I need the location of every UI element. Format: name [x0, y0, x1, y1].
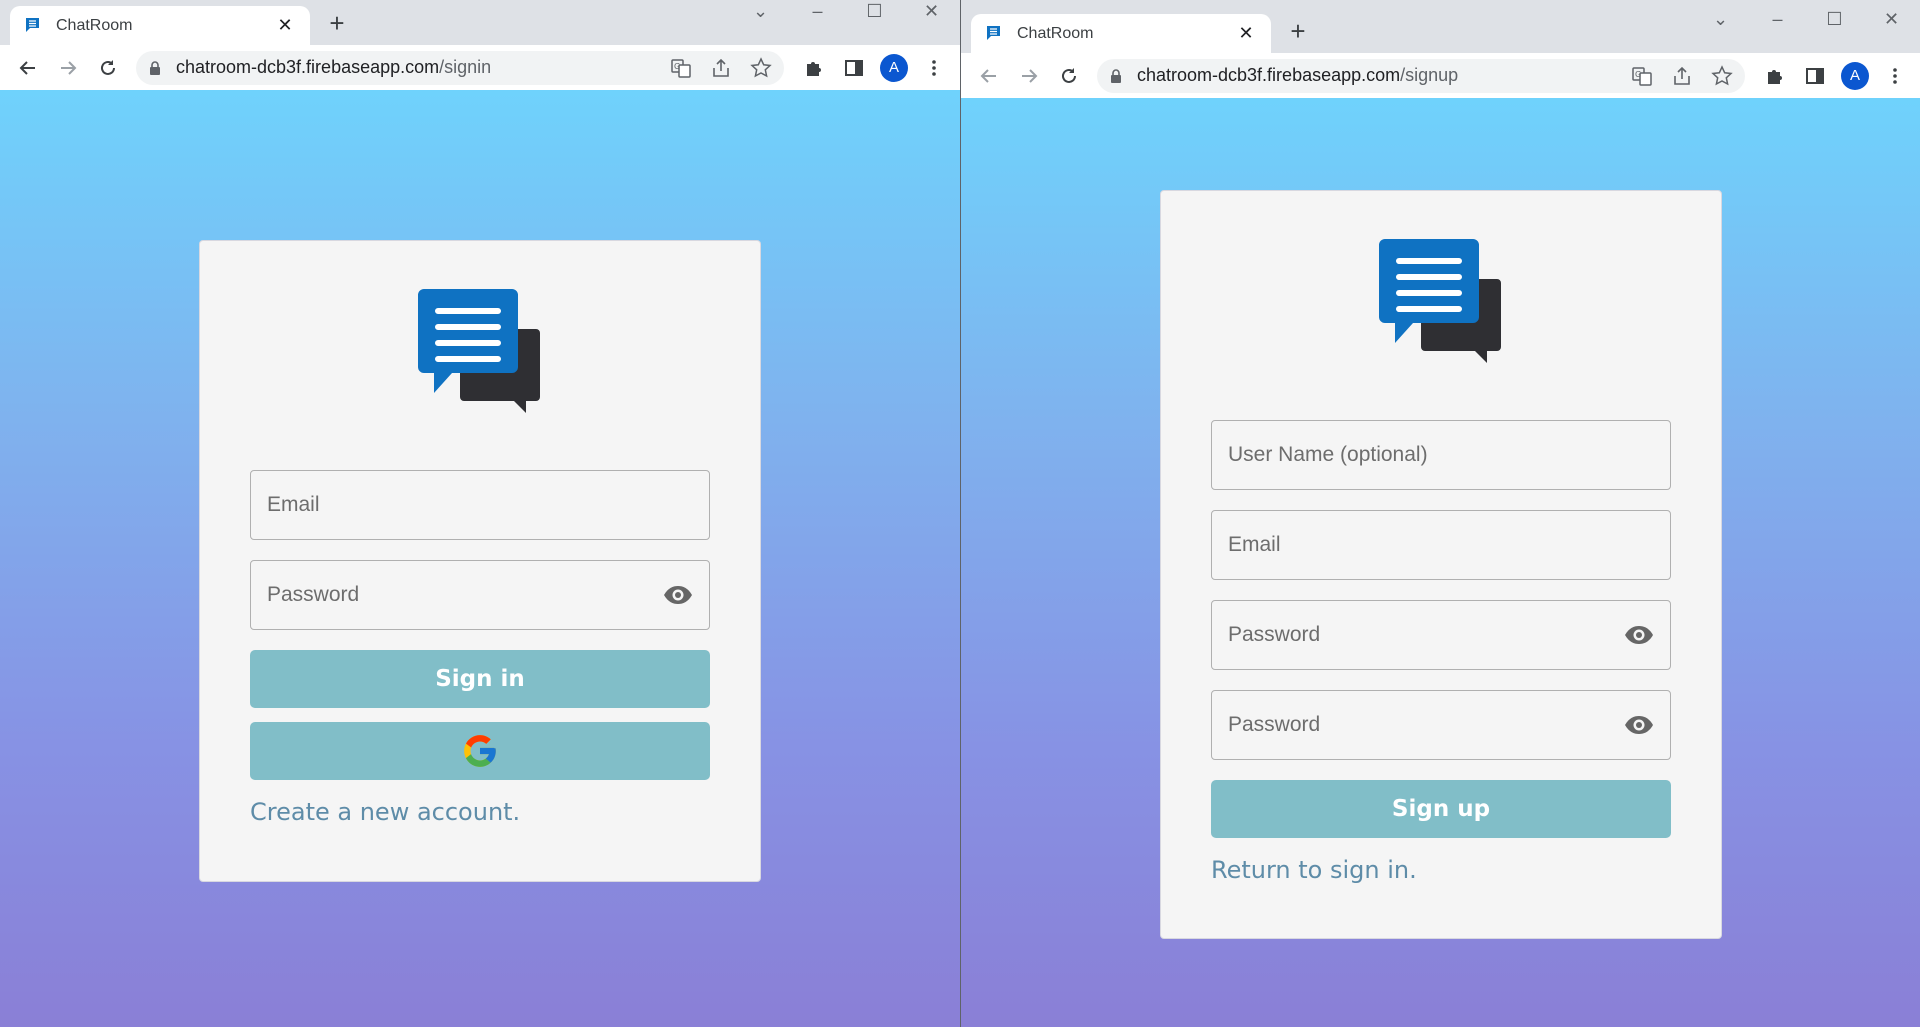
- username-input[interactable]: [1228, 443, 1654, 467]
- username-field[interactable]: [1211, 420, 1671, 490]
- reload-icon: [101, 59, 115, 75]
- back-icon: [19, 60, 35, 75]
- back-button[interactable]: [8, 48, 48, 88]
- confirm-password-input[interactable]: [1228, 713, 1624, 737]
- side-panel-button[interactable]: [1795, 56, 1835, 96]
- window-controls: ⌄ – ☐ ✕: [732, 0, 960, 24]
- lock-icon: [1111, 68, 1121, 83]
- forward-button[interactable]: [1009, 56, 1049, 96]
- minimize-button[interactable]: –: [789, 0, 846, 24]
- tab-strip: ChatRoom ✕ + ⌄ – ☐ ✕: [0, 0, 960, 45]
- browser-toolbar: chatroom-dcb3f.firebaseapp.com/signup G …: [961, 53, 1920, 98]
- tab-title: ChatRoom: [1017, 24, 1094, 42]
- browser-window-signin: ChatRoom ✕ + ⌄ – ☐ ✕ chatroom-dcb3f.fire…: [0, 0, 960, 1027]
- translate-icon[interactable]: G: [1631, 65, 1653, 87]
- tab-title: ChatRoom: [56, 16, 133, 34]
- password-input[interactable]: [267, 583, 663, 607]
- password-input[interactable]: [1228, 623, 1624, 647]
- kebab-menu-button[interactable]: [914, 48, 954, 88]
- reload-button[interactable]: [88, 48, 128, 88]
- reload-icon: [1062, 67, 1076, 83]
- create-account-link[interactable]: Create a new account.: [250, 798, 520, 826]
- share-icon[interactable]: [1671, 65, 1693, 87]
- address-bar[interactable]: chatroom-dcb3f.firebaseapp.com/signin G: [136, 50, 784, 85]
- kebab-menu-icon: [1893, 67, 1897, 84]
- maximize-button[interactable]: ☐: [846, 0, 903, 24]
- lock-icon: [150, 60, 160, 75]
- return-signin-link[interactable]: Return to sign in.: [1211, 856, 1417, 884]
- kebab-menu-button[interactable]: [1875, 56, 1915, 96]
- close-window-button[interactable]: ✕: [903, 0, 960, 24]
- signup-button[interactable]: Sign up: [1211, 780, 1671, 838]
- side-panel-icon: [845, 59, 863, 76]
- eye-icon[interactable]: [1624, 625, 1654, 645]
- url-text: chatroom-dcb3f.firebaseapp.com/signin: [176, 57, 652, 78]
- url-path: /signin: [439, 57, 492, 77]
- page-viewport: Sign in Create a new account.: [0, 90, 960, 1027]
- chat-bubbles-icon: [1379, 239, 1501, 363]
- signin-button[interactable]: Sign in: [250, 650, 710, 708]
- puzzle-icon: [807, 61, 821, 76]
- url-host: chatroom-dcb3f.firebaseapp.com: [176, 57, 440, 77]
- tab-search-icon[interactable]: ⌄: [1692, 8, 1749, 32]
- signin-card: Sign in Create a new account.: [199, 240, 761, 882]
- url-host: chatroom-dcb3f.firebaseapp.com: [1137, 65, 1401, 85]
- extensions-button[interactable]: [794, 48, 834, 88]
- tab-chatroom[interactable]: ChatRoom ✕: [971, 14, 1271, 53]
- translate-icon[interactable]: G: [670, 57, 692, 79]
- new-tab-button[interactable]: +: [322, 10, 352, 36]
- tab-search-icon[interactable]: ⌄: [732, 0, 789, 24]
- google-signin-button[interactable]: [250, 722, 710, 780]
- email-input[interactable]: [1228, 533, 1654, 557]
- chat-bubbles-icon: [418, 289, 540, 413]
- eye-icon[interactable]: [1624, 715, 1654, 735]
- profile-avatar[interactable]: A: [1841, 61, 1869, 90]
- new-tab-button[interactable]: +: [1283, 18, 1313, 44]
- back-button[interactable]: [969, 56, 1009, 96]
- browser-window-signup: ChatRoom ✕ + ⌄ – ☐ ✕ chatroom-dcb3f.fire…: [960, 0, 1920, 1027]
- window-controls: ⌄ – ☐ ✕: [1692, 8, 1920, 32]
- side-panel-button[interactable]: [834, 48, 874, 88]
- svg-text:G: G: [674, 62, 680, 71]
- chat-favicon-icon: [26, 17, 39, 32]
- svg-text:G: G: [1635, 70, 1641, 79]
- email-field[interactable]: [1211, 510, 1671, 580]
- star-icon[interactable]: [1711, 64, 1733, 87]
- tab-strip: ChatRoom ✕ + ⌄ – ☐ ✕: [961, 8, 1920, 53]
- close-window-button[interactable]: ✕: [1863, 8, 1920, 32]
- reload-button[interactable]: [1049, 56, 1089, 96]
- maximize-button[interactable]: ☐: [1806, 8, 1863, 32]
- profile-avatar[interactable]: A: [880, 53, 908, 82]
- tab-close-icon[interactable]: ✕: [1235, 23, 1257, 44]
- extensions-button[interactable]: [1755, 56, 1795, 96]
- tab-chatroom[interactable]: ChatRoom ✕: [10, 6, 310, 45]
- password-field[interactable]: [250, 560, 710, 630]
- email-input[interactable]: [267, 493, 693, 517]
- share-icon[interactable]: [710, 57, 732, 79]
- forward-icon: [1022, 68, 1038, 83]
- puzzle-icon: [1768, 69, 1782, 84]
- minimize-button[interactable]: –: [1749, 8, 1806, 32]
- chat-favicon-icon: [987, 25, 1000, 40]
- kebab-menu-icon: [932, 59, 936, 76]
- forward-button[interactable]: [48, 48, 88, 88]
- back-icon: [980, 68, 996, 83]
- page-viewport: Sign up Return to sign in.: [961, 98, 1920, 1027]
- password-field[interactable]: [1211, 600, 1671, 670]
- star-icon[interactable]: [750, 56, 772, 79]
- side-panel-icon: [1806, 67, 1824, 84]
- address-bar[interactable]: chatroom-dcb3f.firebaseapp.com/signup G: [1097, 58, 1745, 93]
- tab-close-icon[interactable]: ✕: [274, 15, 296, 36]
- email-field[interactable]: [250, 470, 710, 540]
- google-icon: [464, 735, 496, 767]
- browser-toolbar: chatroom-dcb3f.firebaseapp.com/signin G …: [0, 45, 960, 90]
- forward-icon: [61, 60, 77, 75]
- eye-icon[interactable]: [663, 585, 693, 605]
- confirm-password-field[interactable]: [1211, 690, 1671, 760]
- url-path: /signup: [1400, 65, 1459, 85]
- signup-card: Sign up Return to sign in.: [1160, 190, 1722, 939]
- url-text: chatroom-dcb3f.firebaseapp.com/signup: [1137, 65, 1613, 86]
